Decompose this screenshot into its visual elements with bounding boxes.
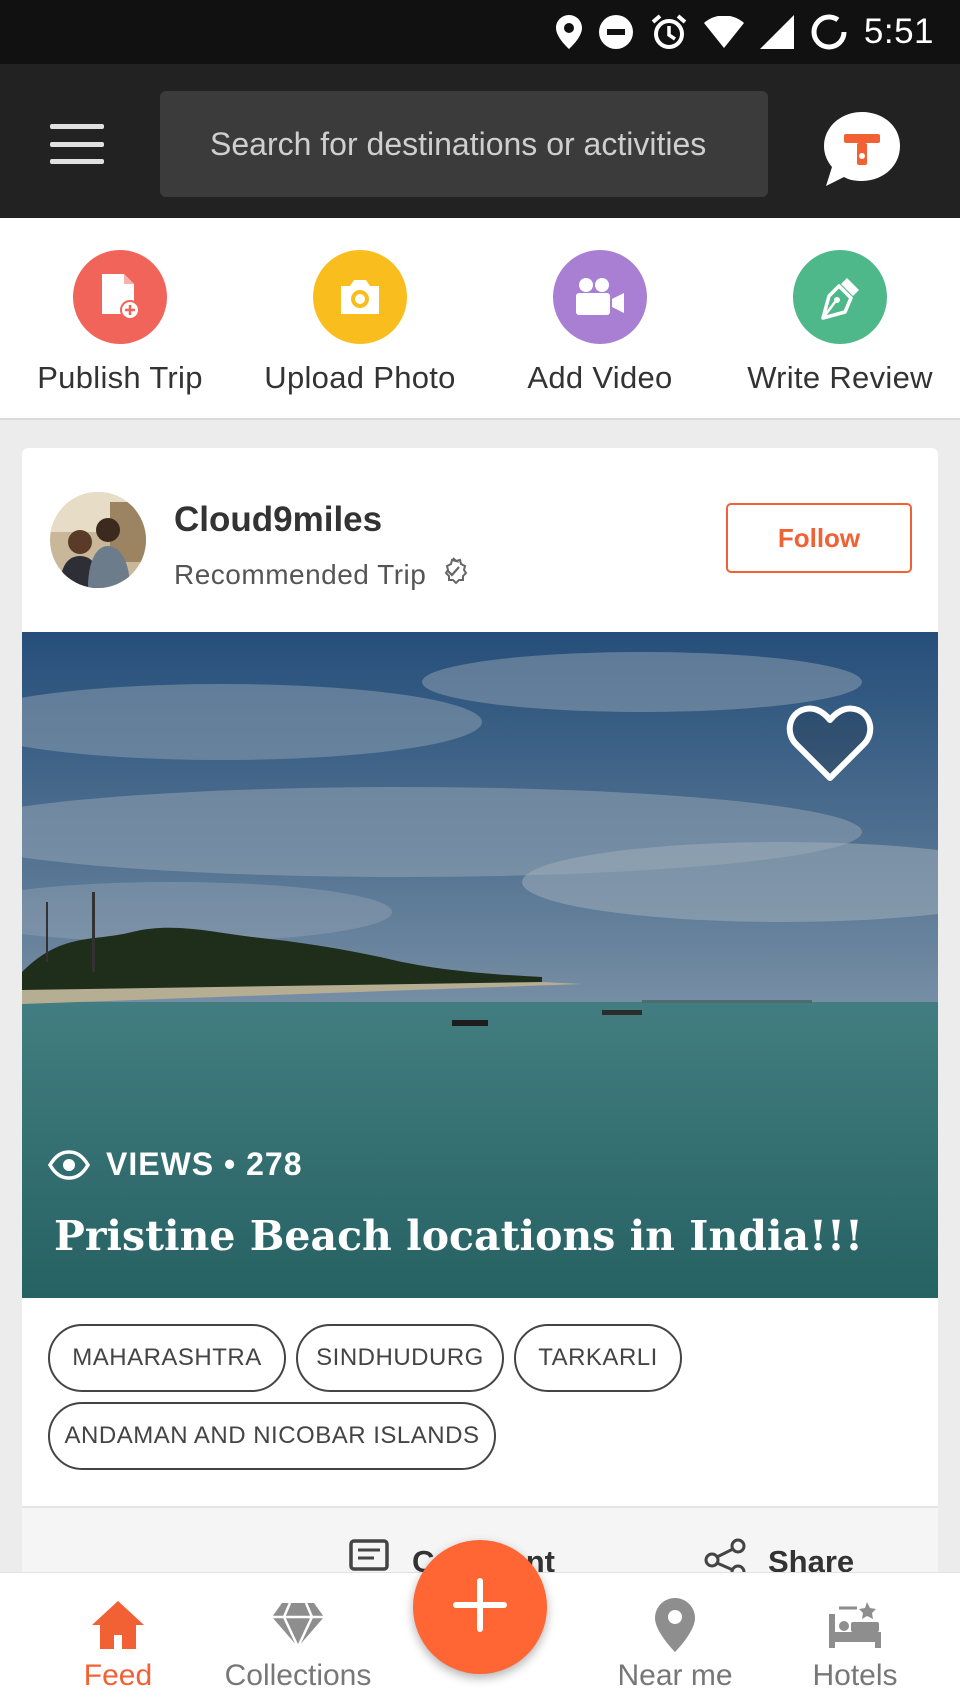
nav-hotels-label: Hotels: [812, 1659, 898, 1692]
nav-feed[interactable]: Feed: [58, 1573, 178, 1706]
trip-title[interactable]: Pristine Beach locations in India!!!: [54, 1212, 863, 1260]
battery-icon: [810, 13, 848, 51]
hamburger-menu-icon[interactable]: [50, 124, 104, 164]
nav-collections-label: Collections: [224, 1659, 372, 1692]
home-icon: [88, 1597, 148, 1653]
alarm-clock-icon: [650, 13, 688, 51]
plus-icon: [452, 1577, 508, 1638]
map-pin-icon: [645, 1597, 705, 1653]
recommended-trip-label: Recommended Trip: [174, 558, 427, 590]
nav-hotels[interactable]: Hotels: [790, 1573, 920, 1706]
wifi-icon: [703, 16, 744, 48]
nav-near-me[interactable]: Near me: [600, 1573, 750, 1706]
author-subtitle: Recommended Trip: [174, 556, 468, 593]
trip-cover-image[interactable]: VIEWS • 278 Pristine Beach locations in …: [22, 632, 938, 1298]
nav-near-me-label: Near me: [617, 1659, 733, 1692]
like-heart-icon[interactable]: [786, 704, 874, 784]
cell-signal-icon: [759, 15, 794, 49]
pen-nib-icon: [793, 250, 887, 344]
trip-card: Cloud9miles Recommended Trip Follow VIEW…: [22, 448, 938, 1706]
hotel-bed-icon: [825, 1597, 885, 1653]
tag-chip[interactable]: SINDHUDURG: [296, 1324, 504, 1392]
tag-chip[interactable]: ANDAMAN AND NICOBAR ISLANDS: [48, 1402, 496, 1470]
search-input[interactable]: [160, 91, 768, 197]
publish-trip-label: Publish Trip: [37, 360, 203, 395]
add-content-button[interactable]: [413, 1540, 547, 1674]
publish-trip-button[interactable]: Publish Trip: [0, 218, 240, 420]
nav-feed-label: Feed: [83, 1659, 153, 1692]
app-screen: 5:51 Publish Trip Upload: [0, 0, 960, 1706]
status-time: 5:51: [863, 12, 934, 51]
tag-chip[interactable]: TARKARLI: [514, 1324, 682, 1392]
diamond-icon: [268, 1597, 328, 1653]
upload-photo-button[interactable]: Upload Photo: [240, 218, 480, 420]
do-not-disturb-icon: [598, 14, 634, 50]
publish-trip-icon: [73, 250, 167, 344]
avatar[interactable]: [50, 492, 146, 588]
write-review-button[interactable]: Write Review: [720, 218, 960, 420]
add-video-button[interactable]: Add Video: [480, 218, 720, 420]
status-bar: 5:51: [0, 0, 960, 64]
eye-icon: [48, 1149, 90, 1180]
quick-actions-bar: Publish Trip Upload Photo Add Video Writ…: [0, 218, 960, 420]
follow-button[interactable]: Follow: [726, 503, 912, 573]
upload-photo-label: Upload Photo: [264, 360, 456, 395]
video-camera-icon: [553, 250, 647, 344]
tag-chip[interactable]: MAHARASHTRA: [48, 1324, 286, 1392]
add-video-label: Add Video: [527, 360, 673, 395]
author-name[interactable]: Cloud9miles: [174, 500, 382, 540]
views-count: VIEWS • 278: [48, 1146, 303, 1183]
write-review-label: Write Review: [747, 360, 933, 395]
verified-check-icon: [438, 556, 468, 593]
location-pin-icon: [555, 15, 582, 49]
nav-collections[interactable]: Collections: [208, 1573, 388, 1706]
views-label: VIEWS • 278: [106, 1146, 303, 1182]
app-bar: [0, 64, 960, 218]
triptoto-chat-logo-icon[interactable]: [820, 108, 904, 192]
camera-icon: [313, 250, 407, 344]
